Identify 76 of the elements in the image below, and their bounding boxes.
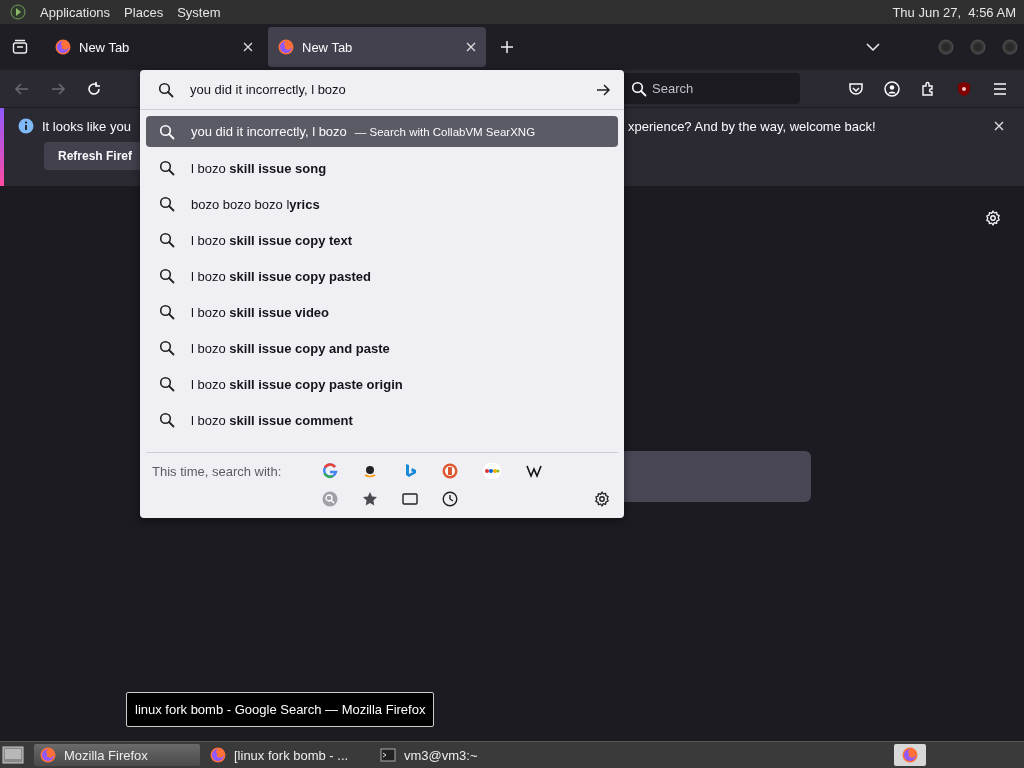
search-icon [159,340,175,356]
back-icon[interactable] [14,80,30,97]
firefox-icon [902,747,918,763]
suggestion-action: — Search with CollabVM SearXNG [354,125,536,138]
wikipedia-icon[interactable] [526,463,542,479]
suggestion-item[interactable]: l bozo skill issue copy and paste [146,330,618,366]
suggestion-item[interactable]: l bozo skill issue copy paste origin [146,366,618,402]
forward-icon[interactable] [50,80,66,97]
taskbar-button[interactable]: Mozilla Firefox [34,744,200,766]
tooltip: linux fork bomb - Google Search — Mozilla Firefox [126,692,435,727]
suggestion-text: l bozo skill issue copy pasted [191,268,371,284]
suggestion-text: l bozo skill issue copy and paste [191,340,390,356]
history-icon[interactable] [442,491,458,507]
taskbar-button[interactable]: [linux fork bomb - ... [204,744,370,766]
panel-menu[interactable]: System [177,4,221,20]
extensions-icon[interactable] [920,80,936,97]
star-icon[interactable] [362,491,378,507]
go-arrow-icon[interactable] [595,81,611,98]
ebay-icon[interactable] [482,463,502,479]
panel-menu[interactable]: Applications [40,4,111,20]
suggestion-item[interactable]: l bozo skill issue comment [146,402,618,438]
suggestion-item[interactable]: l bozo skill issue video [146,294,618,330]
tab-icon[interactable] [402,491,418,507]
search-icon[interactable] [322,491,338,507]
close-icon[interactable] [994,121,1004,131]
search-icon [159,160,175,176]
shield-icon[interactable] [956,80,972,97]
terminal-icon [380,747,396,763]
account-icon[interactable] [884,80,900,97]
settings-icon[interactable] [594,491,610,507]
suggestion-item[interactable]: l bozo skill issue copy text [146,222,618,258]
info-icon [18,118,34,134]
distro-logo-icon[interactable] [10,4,26,20]
google-icon[interactable] [322,463,338,479]
suggestion-item[interactable]: you did it incorrectly, l bozo — Search with CollabVM SearXNG [146,116,618,147]
search-icon [159,376,175,392]
notification-text: It looks like you [42,118,131,134]
suggestion-item[interactable]: l bozo skill issue copy pasted [146,258,618,294]
search-icon [159,232,175,248]
suggestion-text: l bozo skill issue copy paste origin [191,376,403,392]
firefox-icon [55,39,71,55]
suggestion-text: l bozo skill issue video [191,304,330,320]
firefox-icon [210,747,226,763]
address-field[interactable]: you did it incorrectly, l bozo [190,82,579,97]
clock[interactable]: Thu Jun 27, 4:56 AM [892,4,1016,20]
close-icon[interactable] [243,42,253,52]
reload-icon[interactable] [86,80,102,97]
suggestion-text: bozo bozo bozo lyrics [191,196,320,212]
taskbar-button[interactable]: vm3@vm3:~ [374,744,540,766]
firefox-icon [278,39,294,55]
close-icon[interactable] [466,42,476,52]
pocket-icon[interactable] [848,80,864,97]
tray-button[interactable] [894,744,926,766]
notification-text: xperience? And by the way, welcome back! [628,118,876,134]
chevron-down-icon[interactable] [866,42,880,52]
new-tab-icon[interactable] [500,40,514,54]
show-desktop-icon[interactable] [2,745,24,765]
suggestion-text: you did it incorrectly, l bozo [191,124,347,139]
search-field[interactable]: Search [622,73,800,104]
panel-menu[interactable]: Places [124,4,164,20]
firefox-icon [40,747,56,763]
search-engines-label: This time, search with: [152,463,283,479]
suggestion-item[interactable]: bozo bozo bozo lyrics [146,186,618,222]
suggestion-text: l bozo skill issue comment [191,412,353,428]
search-icon [159,123,175,140]
menu-icon[interactable] [992,80,1008,97]
search-icon [159,412,175,428]
tab-list-icon[interactable] [12,39,28,55]
browser-tab[interactable]: New Tab [268,27,486,67]
suggestion-text: l bozo skill issue song [191,160,327,176]
search-icon [158,81,174,98]
search-icon [159,268,175,284]
browser-tab[interactable]: New Tab [45,27,263,67]
suggestion-text: l bozo skill issue copy text [191,232,353,248]
search-icon [159,196,175,212]
search-icon [159,304,175,320]
